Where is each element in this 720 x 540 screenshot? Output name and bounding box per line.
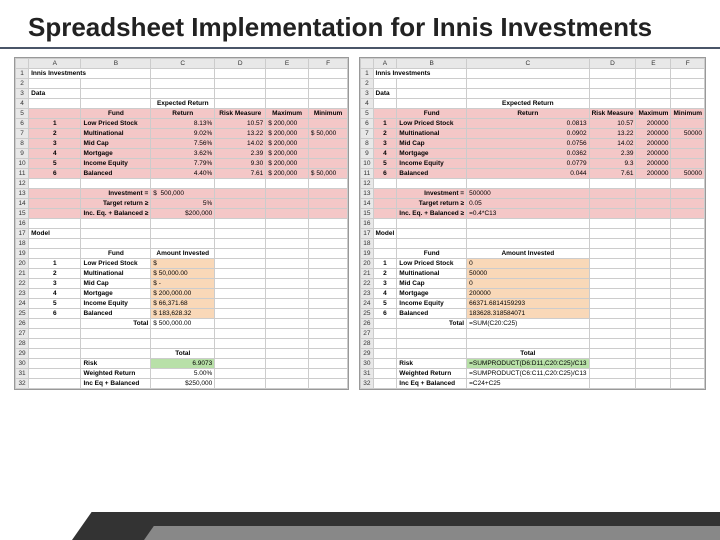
content-area: AB CD EF 1Innis Investments 2 3Data 4Exp… [0,57,720,390]
spreadsheet-right: AB CD EF 1Innis Investments 2 3Data 4Exp… [359,57,706,390]
slide-title: Spreadsheet Implementation for Innis Inv… [0,0,720,49]
grid-left: AB CD EF 1Innis Investments 2 3Data 4Exp… [15,58,348,389]
grid-right: AB CD EF 1Innis Investments 2 3Data 4Exp… [360,58,705,389]
slide-decoration [0,480,720,540]
spreadsheet-left: AB CD EF 1Innis Investments 2 3Data 4Exp… [14,57,349,390]
